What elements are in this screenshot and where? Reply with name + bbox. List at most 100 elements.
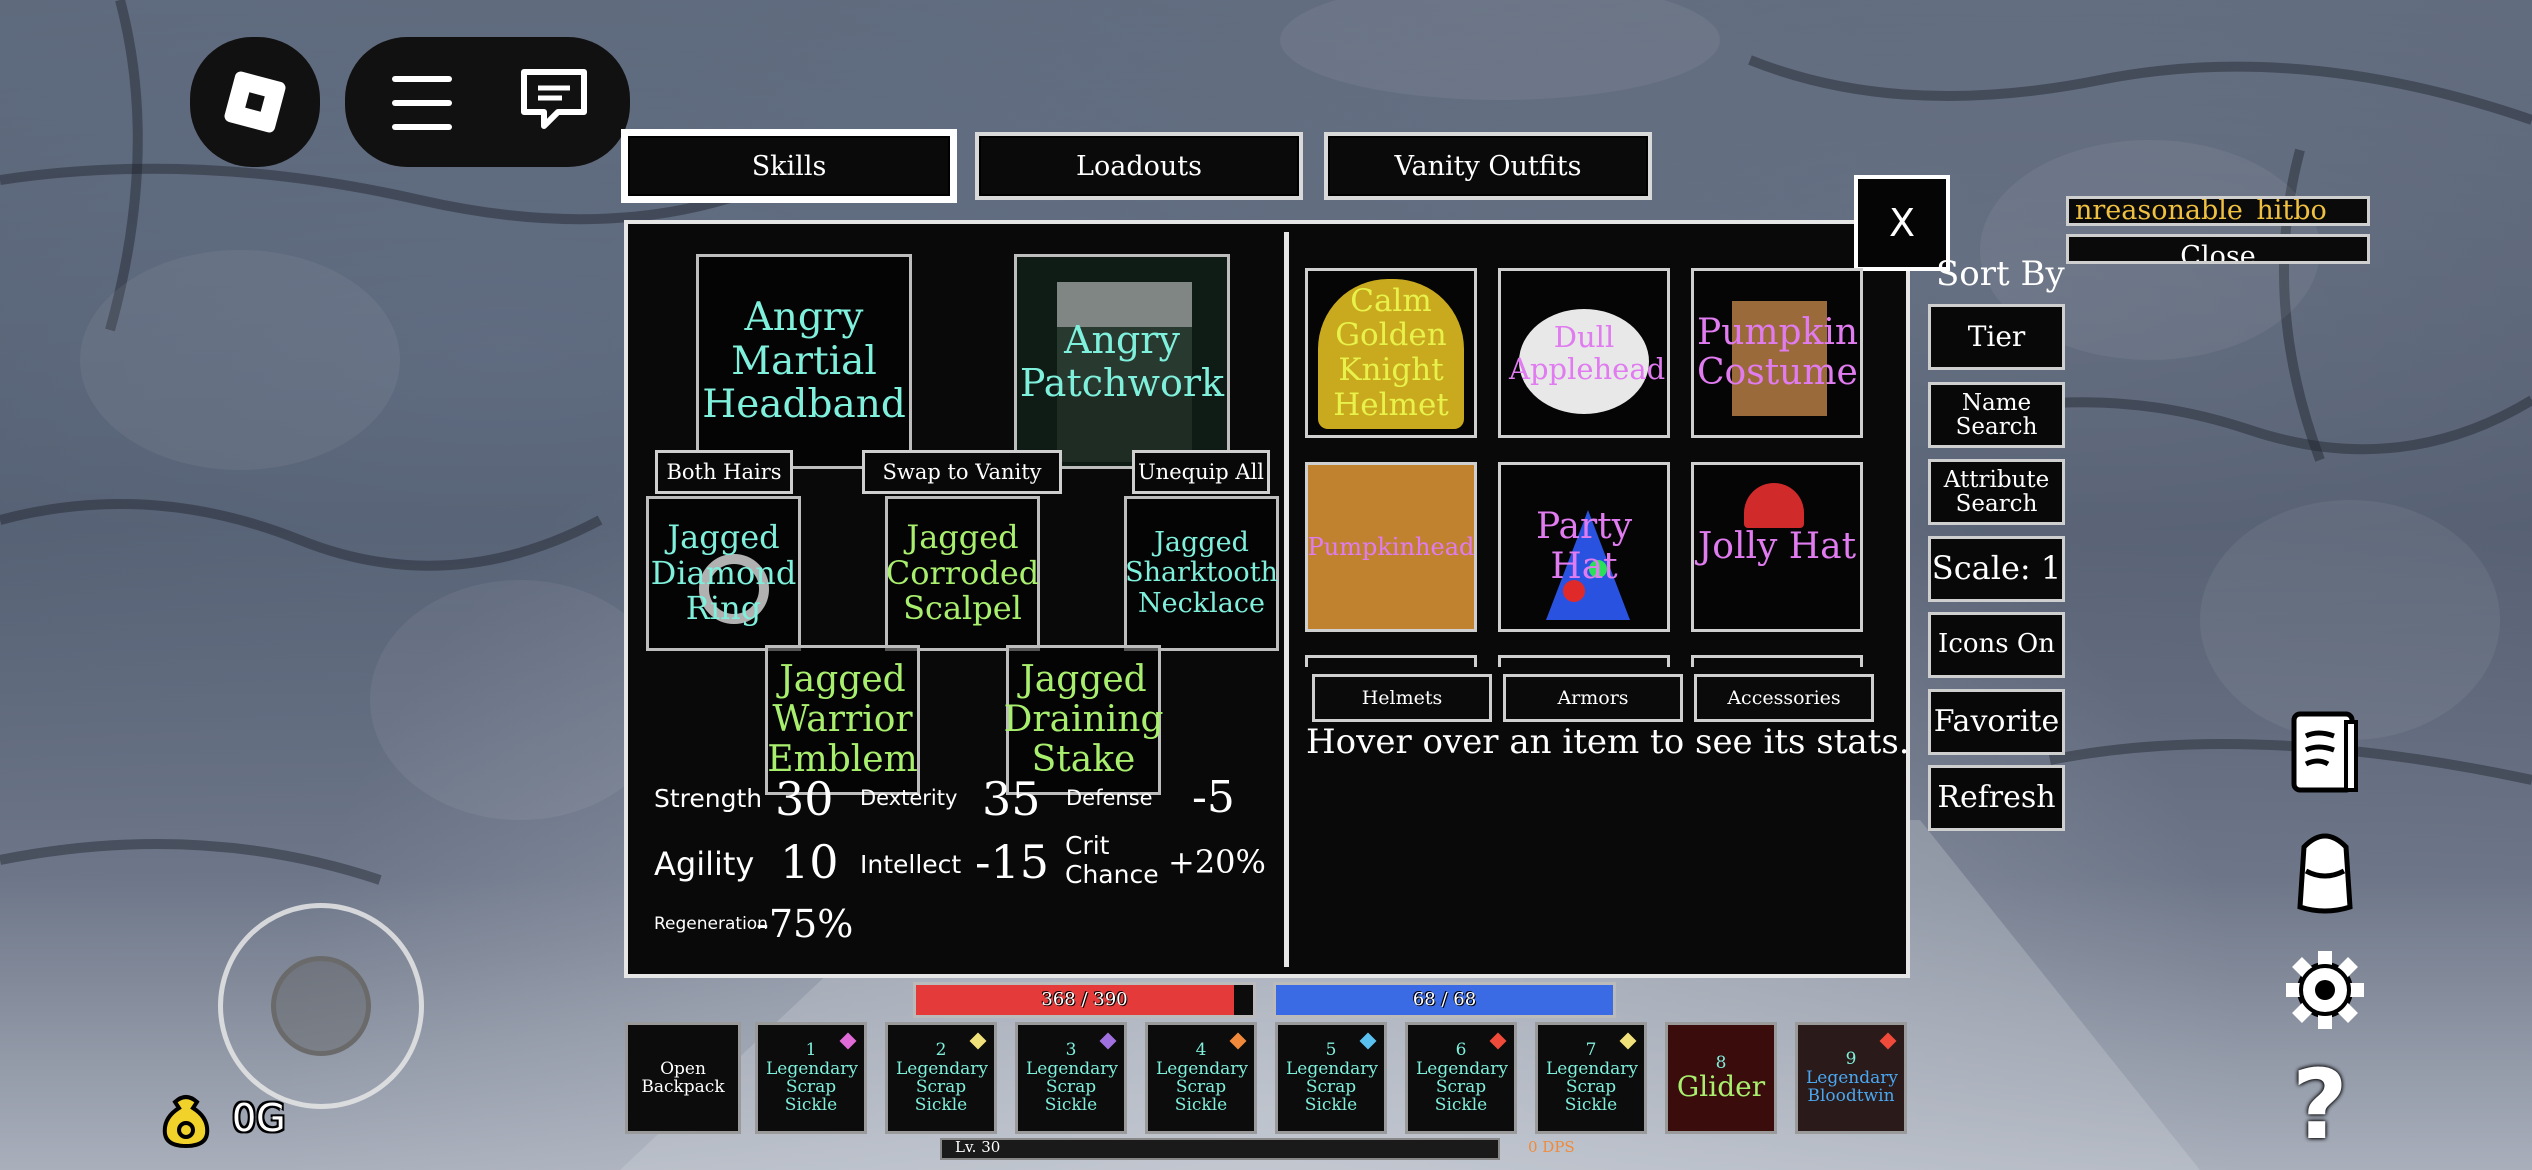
- strength-value: 30: [775, 772, 834, 826]
- hotbar-slot-6[interactable]: 6 Legendary Scrap Sickle: [1405, 1022, 1517, 1134]
- item-jolly-hat[interactable]: Jolly Hat: [1691, 462, 1863, 632]
- hotbar-slot-2[interactable]: 2 Legendary Scrap Sickle: [885, 1022, 997, 1134]
- intellect-label: Intellect: [860, 850, 962, 879]
- crit-chance-label: Crit Chance: [1065, 831, 1159, 889]
- hotbar-slot-3[interactable]: 3 Legendary Scrap Sickle: [1015, 1022, 1127, 1134]
- rarity-gem-icon: [1359, 1032, 1377, 1050]
- hotbar-slot-label: Legendary Scrap Sickle: [1546, 1058, 1638, 1116]
- hotbar-slot-4[interactable]: 4 Legendary Scrap Sickle: [1145, 1022, 1257, 1134]
- backpack-icon[interactable]: [2290, 825, 2360, 917]
- notebook-icon[interactable]: [2288, 708, 2364, 798]
- hotbar-slot-1[interactable]: 1 Legendary Scrap Sickle: [755, 1022, 867, 1134]
- santa-hat-icon: [1744, 483, 1804, 528]
- item-pumpkin-costume[interactable]: Pumpkin Costume: [1691, 268, 1863, 438]
- roblox-logo-icon: [223, 70, 287, 134]
- rarity-gem-icon: [1489, 1032, 1507, 1050]
- hotbar-slot-8[interactable]: 8 Glider: [1665, 1022, 1777, 1134]
- swap-to-vanity-button[interactable]: Swap to Vanity: [862, 450, 1062, 494]
- xp-bar: [940, 1138, 1500, 1160]
- hotbar-slot-label: Legendary Scrap Sickle: [1156, 1058, 1248, 1116]
- sort-by-label: Sort By: [1936, 254, 2065, 294]
- hotbar-slot-number: 4: [1195, 1040, 1207, 1061]
- armors-filter-button[interactable]: Armors: [1503, 674, 1683, 722]
- body-slot[interactable]: Angry Patchwork: [1014, 254, 1230, 469]
- defense-value: -5: [1192, 772, 1235, 823]
- chat-icon[interactable]: [518, 66, 590, 132]
- intellect-value: -15: [975, 835, 1050, 889]
- gold-bag-icon: [155, 1088, 217, 1150]
- dexterity-label: Dexterity: [860, 786, 958, 810]
- sort-tier-button[interactable]: Tier: [1928, 304, 2065, 370]
- level-text: Lv. 30: [955, 1138, 1001, 1156]
- roblox-menu-button[interactable]: [190, 37, 320, 167]
- hotbar-slot-number: 9: [1845, 1049, 1857, 1070]
- hotbar-slot-label: Legendary Scrap Sickle: [766, 1058, 858, 1116]
- ring-slot[interactable]: Jagged Diamond Ring: [646, 496, 801, 651]
- item-dull-applehead[interactable]: Dull Applehead: [1498, 268, 1670, 438]
- hotbar-slot-7[interactable]: 7 Legendary Scrap Sickle: [1535, 1022, 1647, 1134]
- accessories-filter-button[interactable]: Accessories: [1694, 674, 1874, 722]
- attribute-search-button[interactable]: Attribute Search: [1928, 459, 2065, 525]
- hotbar-slot-number: 2: [935, 1040, 947, 1061]
- weapon-slot[interactable]: Jagged Corroded Scalpel: [885, 496, 1040, 651]
- stake-slot-label: Jagged Draining Stake: [1003, 658, 1164, 781]
- refresh-button[interactable]: Refresh: [1928, 765, 2065, 831]
- favorite-button[interactable]: Favorite: [1928, 689, 2065, 755]
- item-label: Pumpkin Costume: [1697, 311, 1859, 393]
- dps-text: 0 DPS: [1528, 1138, 1575, 1156]
- icons-toggle-button[interactable]: Icons On: [1928, 612, 2065, 678]
- mana-bar: 68 / 68: [1273, 982, 1616, 1018]
- side-close-button[interactable]: Close: [2066, 234, 2370, 264]
- item-row-partial: [1305, 655, 1477, 667]
- head-slot-label: Angry Martial Headband: [702, 294, 906, 428]
- hotbar-slot-number: 1: [805, 1040, 817, 1061]
- open-backpack-label: Open Backpack: [641, 1058, 725, 1097]
- crit-chance-value: +20%: [1168, 843, 1266, 881]
- tab-loadouts[interactable]: Loadouts: [975, 132, 1303, 200]
- item-pumpkinhead[interactable]: Pumpkinhead: [1305, 462, 1477, 632]
- item-party-hat[interactable]: Party Hat: [1498, 462, 1670, 632]
- joystick-thumb[interactable]: [271, 956, 371, 1056]
- item-row-partial: [1498, 655, 1670, 667]
- hotbar-slot-number: 3: [1065, 1040, 1077, 1061]
- item-label: Jolly Hat: [1697, 525, 1857, 567]
- emblem-slot-label: Jagged Warrior Emblem: [767, 658, 918, 781]
- player-search-field[interactable]: nreasonable_hitbo: [2066, 196, 2370, 226]
- item-calm-golden-knight-helmet[interactable]: Calm Golden Knight Helmet: [1305, 268, 1477, 438]
- name-search-button[interactable]: Name Search: [1928, 382, 2065, 448]
- item-label: Calm Golden Knight Helmet: [1333, 282, 1449, 423]
- hotbar-slot-label: Legendary Scrap Sickle: [1416, 1058, 1508, 1116]
- tab-vanity-outfits[interactable]: Vanity Outfits: [1324, 132, 1652, 200]
- both-hairs-button[interactable]: Both Hairs: [655, 450, 793, 494]
- scale-button[interactable]: Scale: 1: [1928, 536, 2065, 602]
- hotbar-slot-label: Legendary Scrap Sickle: [1286, 1058, 1378, 1116]
- panel-divider: [1284, 232, 1289, 967]
- agility-value: 10: [780, 835, 839, 889]
- item-label: Party Hat: [1535, 505, 1633, 587]
- strength-label: Strength: [654, 784, 763, 813]
- hotbar-slot-5[interactable]: 5 Legendary Scrap Sickle: [1275, 1022, 1387, 1134]
- ring-slot-label: Jagged Diamond Ring: [650, 517, 797, 628]
- open-backpack-button[interactable]: Open Backpack: [625, 1022, 741, 1134]
- hotbar-slot-number: 6: [1455, 1040, 1467, 1061]
- unequip-all-button[interactable]: Unequip All: [1132, 450, 1270, 494]
- dexterity-value: 35: [982, 772, 1041, 826]
- regeneration-label: Regeneration: [654, 914, 768, 934]
- head-slot[interactable]: Angry Martial Headband: [696, 254, 912, 469]
- health-text: 368 / 390: [1041, 989, 1128, 1010]
- rarity-gem-icon: [839, 1032, 857, 1050]
- hotbar-slot-label: Legendary Scrap Sickle: [896, 1058, 988, 1116]
- help-question-icon[interactable]: ?: [2292, 1055, 2352, 1155]
- rarity-gem-icon: [1099, 1032, 1117, 1050]
- tab-skills[interactable]: Skills: [621, 129, 957, 203]
- item-stats-hint: Hover over an item to see its stats.: [1306, 722, 1910, 762]
- body-slot-label: Angry Patchwork: [1019, 317, 1225, 405]
- agility-label: Agility: [654, 845, 755, 883]
- hotbar-slot-9[interactable]: 9 Legendary Bloodtwin: [1795, 1022, 1907, 1134]
- gear-icon[interactable]: [2280, 945, 2370, 1035]
- necklace-slot[interactable]: Jagged Sharktooth Necklace: [1124, 496, 1279, 651]
- hotbar-slot-number: 5: [1325, 1040, 1337, 1061]
- hamburger-icon[interactable]: [392, 72, 452, 130]
- defense-label: Defense: [1066, 786, 1153, 810]
- helmets-filter-button[interactable]: Helmets: [1312, 674, 1492, 722]
